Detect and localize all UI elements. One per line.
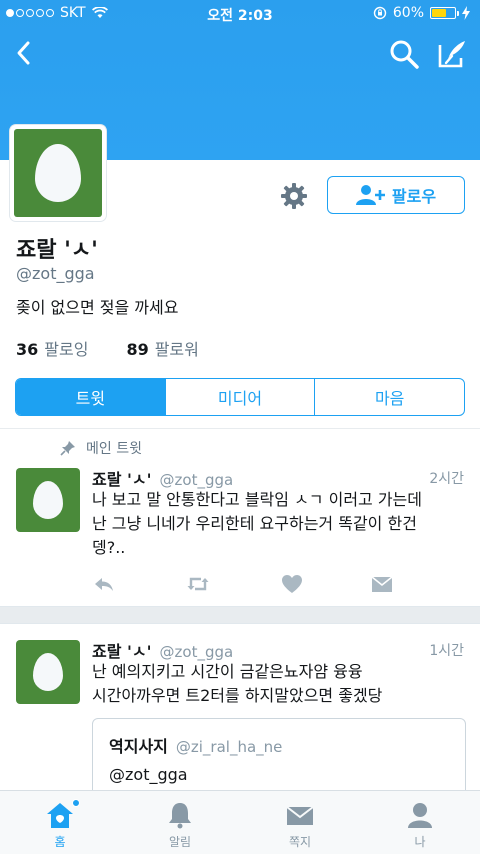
heart-icon[interactable]	[280, 572, 304, 596]
rotation-lock-icon	[373, 6, 387, 20]
person-icon	[408, 803, 432, 828]
tweet-timestamp: 2시간	[429, 471, 464, 487]
tab-tweets[interactable]: 트윗	[16, 379, 166, 415]
bottom-tab-bar: 홈 알림 쪽지 나	[0, 790, 480, 854]
tab-messages-label: 쪽지	[288, 835, 312, 849]
tweet-text-line: 나 보고 말 안통한다고 블락임 ㅅㄱ 이러고 가는데	[92, 490, 423, 509]
profile-stats: 36 팔로잉 89 팔로워	[16, 336, 199, 360]
tweet-text-line: 난 예의지키고 시간이 금같은뇨자얌 융융	[92, 662, 363, 681]
following-count: 36	[16, 340, 39, 359]
egg-icon	[33, 481, 63, 519]
tweet-text-line: 시간아까우면 트2터를 하지말았으면 좋겠당	[92, 686, 383, 705]
compose-tweet-icon[interactable]	[436, 38, 468, 70]
tweet-text-line: 난 그냥 니네가 우리한테 요구하는거 똑같이 한건	[92, 514, 417, 533]
retweet-icon[interactable]	[186, 572, 210, 596]
tab-me-label: 나	[414, 835, 426, 849]
default-egg-avatar	[14, 129, 102, 217]
envelope-icon	[286, 806, 314, 825]
profile-avatar[interactable]	[10, 125, 106, 221]
reply-icon[interactable]	[92, 572, 116, 596]
tab-me[interactable]: 나	[360, 791, 480, 854]
tab-media[interactable]: 미디어	[166, 379, 316, 415]
tweet-text: 난 예의지키고 시간이 금같은뇨자얌 융융 시간아까우면 트2터를 하지말았으면…	[92, 660, 467, 708]
tweet-avatar[interactable]	[16, 640, 80, 704]
quoted-author-name: 역지사지	[109, 737, 168, 756]
divider	[0, 428, 480, 429]
add-user-icon	[355, 185, 385, 205]
tweet-header: 죠랄 'ㅅ' @zot_gga	[92, 638, 233, 662]
following-label: 팔로잉	[44, 340, 89, 359]
battery-icon	[430, 7, 459, 19]
egg-icon	[35, 144, 81, 202]
bell-icon	[169, 803, 191, 829]
charging-icon	[462, 6, 470, 20]
new-content-dot	[72, 799, 80, 807]
pinned-tweet-label: 메인 트윗	[60, 438, 142, 458]
tweet-text-line: 뎅?..	[92, 538, 126, 557]
tweet-header: 죠랄 'ㅅ' @zot_gga	[92, 466, 233, 490]
followers-stat[interactable]: 89 팔로워	[126, 336, 198, 360]
followers-label: 팔로워	[154, 340, 199, 359]
search-icon[interactable]	[388, 38, 420, 70]
tab-notifications[interactable]: 알림	[120, 791, 240, 854]
tweet-author-name[interactable]: 죠랄 'ㅅ'	[92, 466, 152, 490]
follow-button[interactable]: 팔로우	[327, 176, 465, 214]
tweet-author-handle: @zot_gga	[159, 471, 234, 489]
egg-icon	[33, 653, 63, 691]
section-divider	[0, 606, 480, 624]
tweet-author-handle: @zot_gga	[159, 643, 234, 661]
tab-home[interactable]: 홈	[0, 791, 120, 854]
quoted-tweet-text: @zot_gga	[109, 765, 188, 784]
follow-button-label: 팔로우	[391, 187, 437, 206]
pin-icon	[60, 441, 75, 456]
quoted-tweet-header: 역지사지 @zi_ral_ha_ne	[109, 733, 282, 757]
tweet-timestamp: 1시간	[429, 643, 464, 659]
pinned-label-text: 메인 트윗	[86, 441, 142, 457]
tab-messages[interactable]: 쪽지	[240, 791, 360, 854]
following-stat[interactable]: 36 팔로잉	[16, 336, 88, 360]
tab-home-label: 홈	[54, 835, 66, 849]
followers-count: 89	[126, 340, 149, 359]
direct-message-icon[interactable]	[370, 572, 394, 596]
profile-name: 죠랄 'ㅅ'	[16, 238, 98, 263]
tweet-actions	[92, 572, 394, 596]
profile-tabs: 트윗 미디어 마음	[15, 378, 465, 416]
tweet-author-name[interactable]: 죠랄 'ㅅ'	[92, 638, 152, 662]
default-egg-avatar	[16, 468, 80, 532]
gear-icon[interactable]	[280, 182, 308, 210]
status-bar: SKT 오전 2:03 60%	[0, 0, 480, 28]
tweet-text: 나 보고 말 안통한다고 블락임 ㅅㄱ 이러고 가는데 난 그냥 니네가 우리한…	[92, 488, 467, 560]
back-arrow-icon[interactable]	[10, 38, 40, 68]
quoted-author-handle: @zi_ral_ha_ne	[175, 738, 283, 756]
tweet-avatar[interactable]	[16, 468, 80, 532]
battery-percent: 60%	[392, 5, 424, 21]
profile-bio: 좆이 없으면 젖을 까세요	[16, 298, 179, 317]
default-egg-avatar	[16, 640, 80, 704]
home-icon	[47, 803, 73, 828]
tab-notifications-label: 알림	[168, 835, 192, 849]
tab-likes[interactable]: 마음	[315, 379, 464, 415]
profile-handle: @zot_gga	[16, 264, 95, 283]
